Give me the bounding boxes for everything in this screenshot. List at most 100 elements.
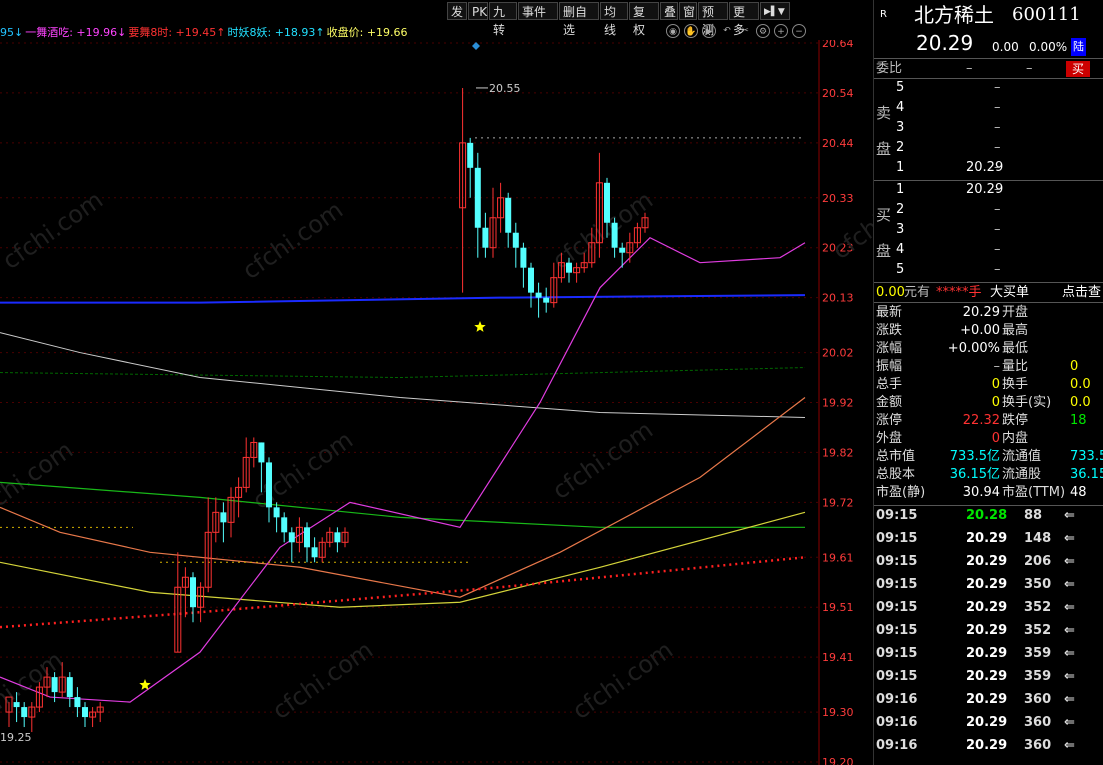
arrow-left-icon: ⇐ [1064,738,1075,753]
candle-body-down [512,232,519,248]
sell-side-label: 卖 [876,104,892,122]
stat-label: 总股本 [876,467,916,482]
candle-body-down [474,167,481,228]
indicator-legend: 95↓ 一舞酒吃: +19.96↓ 要舞8时: +19.45↑ 时妖8妖: +18.9… [0,24,410,40]
toolbar-button-7[interactable]: 叠 [660,2,678,20]
toolbar-button-1[interactable]: PK [468,2,488,20]
tick-volume: 360 [1024,715,1052,730]
stat-value: 0 [991,377,1000,392]
tick-list[interactable]: 09:15 20.28 88 ⇐ 09:15 20.29 148 ⇐ 09:15 20.29 206… [874,506,1103,765]
zoom-in-icon[interactable]: + [774,24,788,38]
stat-label: 金额 [876,395,903,410]
tick-price: 20.29 [966,738,1008,753]
eye-icon[interactable]: ◉ [666,24,680,38]
star-icon [474,321,486,332]
big-order-bar[interactable]: 0.00 元有 *****手 大买单 点击查 [874,284,1103,302]
candle-body-down [51,677,58,693]
ma-red-dotted-line [0,556,806,629]
stat-label: 涨幅 [876,341,903,356]
big-order-amount: 0.00 [876,285,905,300]
stat-label-2: 市盈(TTM) [1002,485,1066,500]
tick-time: 09:15 [876,554,918,569]
big-order-hand: *****手 [936,285,982,300]
stat-value: +0.00% [947,341,1000,356]
big-order-click[interactable]: 点击查 [1062,284,1101,302]
stat-label: 振幅 [876,359,903,374]
toolbar-button-3[interactable]: 事件 [518,2,558,20]
bid-volume: – [994,262,1001,277]
stat-value: 22.32 [962,413,1000,428]
toolbar-button-2[interactable]: 九转 [489,2,517,37]
hand-icon[interactable]: ✋ [684,24,698,38]
toolbar-button-4[interactable]: 删自选 [559,2,599,37]
ask-level-2: 2 [896,140,905,155]
toolbar-button-10[interactable]: 更多 [729,2,759,37]
candle-body-down [334,532,341,543]
high-price-label: 20.55 [489,82,521,95]
watermark: cfchi.com [567,636,678,725]
tick-volume: 148 [1024,531,1052,546]
scissors-icon[interactable]: ✂ [738,24,752,38]
indicator-1: 一舞酒吃: +19.96↓ [25,26,127,39]
ask-volume: – [994,80,1001,95]
ma-orange-line [0,397,806,598]
stock-change: 0.00 [992,40,1019,54]
toolbar: 发 PK 九转 事件 删自选 均线 复权叠窗预测 更多 ▶▌▼ [0,0,820,37]
bid-level-4: 4 [896,242,905,257]
toolbar-button-8[interactable]: 窗 [679,2,697,20]
ma-green-line [0,481,805,528]
candle-body-down [528,267,534,293]
stat-label-2: 最低 [1002,341,1029,356]
zoom-out-icon[interactable]: − [792,24,806,38]
candle-body-down [619,247,626,253]
ask-volume: – [994,140,1001,155]
price-axis-label: 19.20 [822,756,854,765]
tick-price: 20.29 [966,646,1008,661]
buy-button[interactable]: 买 [1066,61,1091,77]
tick-volume: 360 [1024,692,1052,707]
stat-label-2: 量比 [1002,359,1029,374]
big-order-unit: 元有 [904,285,931,300]
bid-level-3: 3 [896,222,905,237]
toolbar-button-5[interactable]: 均线 [600,2,628,37]
weicha-value: – [1026,61,1033,76]
play-icon[interactable]: ▶ [702,24,716,38]
watermark: cfchi.com [247,426,358,515]
tick-volume: 352 [1024,623,1052,638]
arrow-left-icon: ⇐ [1064,554,1075,569]
kline-chart[interactable]: 20.6420.5420.4420.3320.2320.1320.0219.92… [0,40,873,765]
stat-label: 涨停 [876,413,903,428]
arrow-left-icon: ⇐ [1064,600,1075,615]
ask-level-5: 5 [896,80,905,95]
stat-value: 0 [991,395,1000,410]
ask-level-4: 4 [896,100,905,115]
ask-level-1: 1 [896,160,905,175]
watermark: cfchi.com [547,416,658,505]
candle-body-down [467,142,474,168]
settings-icon[interactable]: ⚙ [756,24,770,38]
price-axis-label: 19.41 [822,651,854,664]
stat-value-2: 0 [1070,359,1079,374]
price-axis-label: 20.02 [822,347,854,360]
stat-value: 36.15亿 [949,467,1000,482]
stat-label-2: 内盘 [1002,431,1029,446]
indicator-4: 收盘价: +19.66 [326,26,408,39]
toolbar-button-9[interactable]: 预测 [698,2,728,37]
stat-label-2: 流通股 [1002,467,1042,482]
undo-icon[interactable]: ↶ [720,24,734,38]
indicator-2: 要舞8时: +19.45↑ [128,26,226,39]
tick-time: 09:15 [876,669,918,684]
expand-toggle-icon[interactable]: ▶▌▼ [760,2,790,20]
stats-table: 最新 20.29 开盘 涨跌 +0.00 最高 涨幅 +0.00% 最低 振幅 – 量比 0 总手 0 换手 0… [874,304,1103,504]
ma-yellow-line [0,511,806,608]
arrow-left-icon: ⇐ [1064,508,1075,523]
toolbar-button-0[interactable]: 发 [447,2,467,20]
stat-value: 20.29 [962,305,1000,320]
ma-green-cross-line [0,367,806,379]
quote-panel: R 北方稀土 600111 20.29 0.00 0.00% 陆 委比 – – … [873,0,1103,765]
toolbar-button-6[interactable]: 复权 [629,2,659,37]
tick-time: 09:15 [876,646,918,661]
tick-price: 20.29 [966,715,1008,730]
arrow-left-icon: ⇐ [1064,646,1075,661]
bid-volume: – [994,182,1001,197]
